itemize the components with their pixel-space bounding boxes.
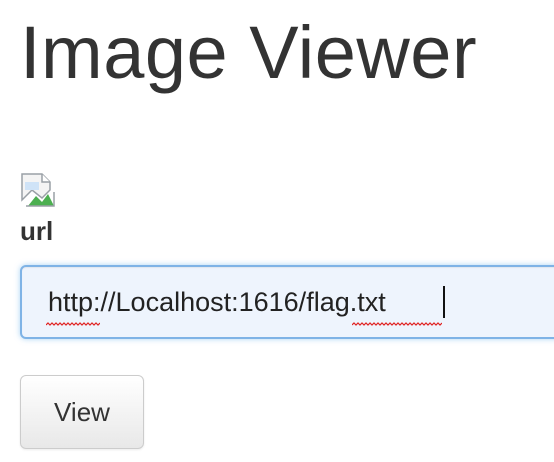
broken-image-icon <box>21 173 55 207</box>
url-label: url <box>20 216 54 246</box>
url-input[interactable] <box>48 284 554 320</box>
spellcheck-underline-http <box>46 322 100 326</box>
url-input-container[interactable] <box>20 265 554 339</box>
text-caret <box>443 286 445 318</box>
view-button[interactable]: View <box>20 375 144 449</box>
spellcheck-underline-flag <box>352 322 442 326</box>
page-title: Image Viewer <box>20 11 478 94</box>
page: Image Viewer url View <box>0 0 554 462</box>
